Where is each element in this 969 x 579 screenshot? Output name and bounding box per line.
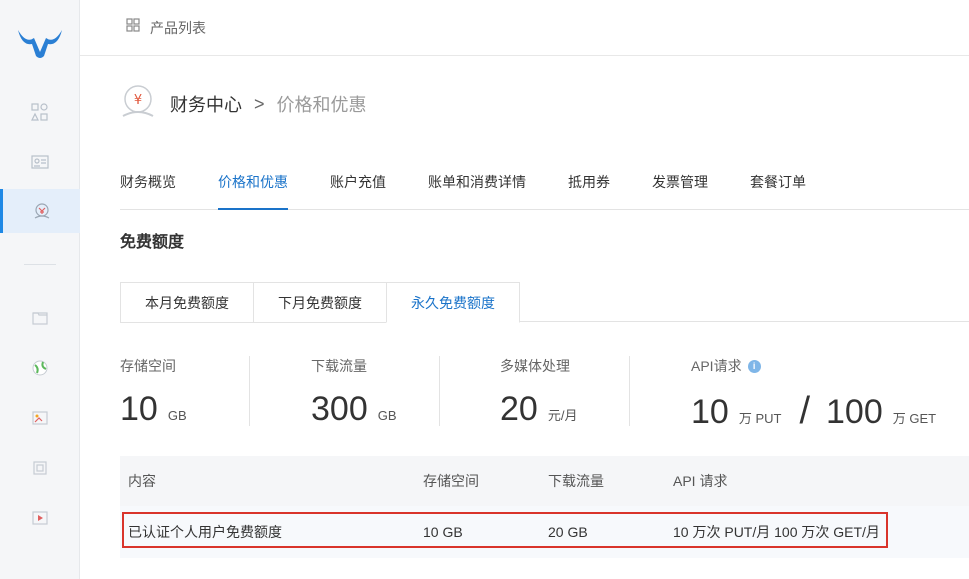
divider xyxy=(249,356,250,426)
subtab-this-month[interactable]: 本月免费额度 xyxy=(120,282,253,323)
tab-recharge[interactable]: 账户充值 xyxy=(330,158,386,210)
stat-download: 下载流量 300 GB xyxy=(311,356,397,456)
grid-icon[interactable] xyxy=(126,18,140,37)
stat-api: API请求 i 10 万 PUT / 100 万 GET xyxy=(691,356,936,456)
stat-value-put: 10 xyxy=(691,393,729,431)
quota-table: 内容 存储空间 下载流量 API 请求 已认证个人用户免费额度 10 GB 20… xyxy=(120,456,969,558)
stat-unit: 元/月 xyxy=(547,408,578,423)
tab-bills[interactable]: 账单和消费详情 xyxy=(428,158,526,210)
page-title[interactable]: 财务中心 xyxy=(170,91,242,117)
sidebar-divider xyxy=(24,264,56,265)
divider xyxy=(629,356,630,426)
folder-nav-icon[interactable] xyxy=(0,296,80,340)
globe-nav-icon[interactable] xyxy=(0,346,80,390)
stat-slash: / xyxy=(799,390,811,432)
row-content: 已认证个人用户免费额度 xyxy=(128,524,282,540)
quota-stats: 存储空间 10 GB 下载流量 300 GB 多媒体处理 20 元/月 API请… xyxy=(120,356,969,456)
top-bar: 产品列表 xyxy=(80,0,969,56)
stat-label: 多媒体处理 xyxy=(500,358,570,374)
stat-unit-get: 万 GET xyxy=(892,411,937,426)
header-api: API 请求 xyxy=(673,473,728,489)
breadcrumb: ¥ 财务中心 > 价格和优惠 xyxy=(120,84,367,124)
stat-value: 300 xyxy=(311,390,368,428)
product-list-link[interactable]: 产品列表 xyxy=(150,18,206,38)
brand-logo[interactable] xyxy=(14,24,66,64)
tab-package-orders[interactable]: 套餐订单 xyxy=(750,158,806,210)
info-icon[interactable]: i xyxy=(747,359,761,373)
products-nav-icon[interactable] xyxy=(0,90,80,134)
stat-value: 20 xyxy=(500,390,538,428)
stat-label: 存储空间 xyxy=(120,358,176,374)
row-download: 20 GB xyxy=(548,524,588,540)
sidebar xyxy=(0,0,80,579)
free-quota-tabs: 本月免费额度 下月免费额度 永久免费额度 xyxy=(120,282,969,323)
tab-vouchers[interactable]: 抵用券 xyxy=(568,158,610,210)
stat-value: 10 xyxy=(120,390,158,428)
row-storage: 10 GB xyxy=(423,524,463,540)
header-download: 下载流量 xyxy=(548,473,604,489)
stat-storage: 存储空间 10 GB xyxy=(120,356,187,456)
video-nav-icon[interactable] xyxy=(0,496,80,540)
header-content: 内容 xyxy=(128,473,156,489)
tab-overview[interactable]: 财务概览 xyxy=(120,158,176,210)
stat-media: 多媒体处理 20 元/月 xyxy=(500,356,577,456)
square-nav-icon[interactable] xyxy=(0,446,80,490)
header-storage: 存储空间 xyxy=(423,473,479,489)
finance-nav-icon[interactable] xyxy=(0,189,80,233)
finance-tabs: 财务概览 价格和优惠 账户充值 账单和消费详情 抵用券 发票管理 套餐订单 xyxy=(120,158,969,210)
table-row: 已认证个人用户免费额度 10 GB 20 GB 10 万次 PUT/月 100 … xyxy=(120,506,969,558)
svg-text:¥: ¥ xyxy=(134,93,142,108)
tab-pricing[interactable]: 价格和优惠 xyxy=(218,158,288,210)
stat-label: API请求 xyxy=(691,358,742,374)
tab-invoices[interactable]: 发票管理 xyxy=(652,158,708,210)
breadcrumb-current: 价格和优惠 xyxy=(276,95,367,115)
stat-unit: GB xyxy=(167,408,187,423)
stat-unit: GB xyxy=(377,408,397,423)
stat-value-get: 100 xyxy=(826,393,883,431)
chevron-right-icon: > xyxy=(254,93,265,114)
stat-label: 下载流量 xyxy=(311,358,367,374)
id-card-nav-icon[interactable] xyxy=(0,140,80,184)
section-title: 免费额度 xyxy=(120,234,185,251)
row-api: 10 万次 PUT/月 100 万次 GET/月 xyxy=(673,524,880,540)
image-nav-icon[interactable] xyxy=(0,396,80,440)
stat-unit-put: 万 PUT xyxy=(738,411,782,426)
divider xyxy=(439,356,440,426)
table-header: 内容 存储空间 下载流量 API 请求 xyxy=(120,456,969,506)
subtab-permanent[interactable]: 永久免费额度 xyxy=(386,282,520,323)
subtab-next-month[interactable]: 下月免费额度 xyxy=(253,282,386,323)
yuan-coin-icon: ¥ xyxy=(120,84,156,125)
